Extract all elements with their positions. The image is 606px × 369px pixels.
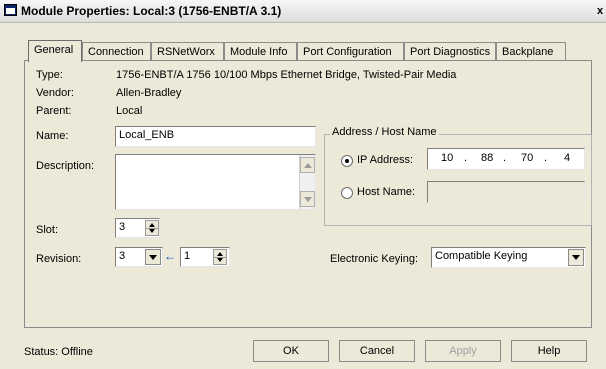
tab-general[interactable]: General — [28, 40, 82, 62]
electronic-keying-value: Compatible Keying — [435, 250, 528, 262]
ip-octet: 70 — [521, 152, 534, 164]
host-name-input[interactable] — [427, 181, 585, 203]
tab-label: Connection — [88, 46, 144, 58]
electronic-keying-label: Electronic Keying: — [330, 253, 419, 265]
tab-port-configuration[interactable]: Port Configuration — [297, 42, 404, 61]
tab-label: Backplane — [502, 46, 554, 58]
description-scrollbar[interactable] — [299, 155, 315, 209]
ip-address-label: IP Address: — [357, 154, 414, 166]
vendor-value: Allen-Bradley — [116, 87, 182, 99]
ip-dot: . — [503, 152, 507, 164]
window-icon — [4, 4, 17, 16]
spin-down-icon[interactable] — [217, 258, 223, 262]
status-text: Status: Offline — [24, 346, 93, 358]
arrow-left-icon: ← — [164, 249, 176, 263]
slot-spinner[interactable] — [145, 220, 159, 236]
spin-up-icon[interactable] — [149, 223, 155, 227]
tab-label: Port Diagnostics — [410, 46, 491, 58]
scroll-up-icon[interactable] — [300, 157, 315, 173]
name-label: Name: — [36, 130, 69, 142]
scroll-down-icon[interactable] — [300, 191, 315, 207]
vendor-label: Vendor: — [36, 87, 74, 99]
window-title: Module Properties: Local:3 (1756-ENBT/A … — [21, 4, 282, 18]
spin-up-icon[interactable] — [217, 252, 223, 256]
tab-connection[interactable]: Connection — [82, 42, 151, 61]
tab-label: RSNetWorx — [157, 46, 215, 58]
ip-dot: . — [544, 152, 548, 164]
revision-minor-value: 1 — [184, 250, 191, 262]
apply-button[interactable]: Apply — [425, 340, 501, 362]
tab-label: General — [34, 44, 74, 56]
tab-label: Module Info — [230, 46, 288, 58]
revision-label: Revision: — [36, 253, 82, 265]
type-label: Type: — [36, 69, 63, 81]
tab-rsnetworx[interactable]: RSNetWorx — [151, 42, 224, 61]
ip-dot: . — [464, 152, 468, 164]
ip-address-input[interactable]: 10 . 88 . 70 . 4 — [427, 148, 585, 170]
name-input[interactable]: Local_ENB — [115, 126, 316, 147]
ip-octet: 88 — [481, 152, 494, 164]
slot-label: Slot: — [36, 224, 59, 236]
close-icon[interactable]: x — [597, 5, 603, 17]
revision-minor-spinner[interactable] — [213, 249, 227, 265]
module-properties-window: Module Properties: Local:3 (1756-ENBT/A … — [0, 0, 606, 369]
parent-label: Parent: — [36, 105, 72, 117]
description-textarea[interactable] — [115, 154, 316, 210]
cancel-button[interactable]: Cancel — [339, 340, 415, 362]
type-value: 1756-ENBT/A 1756 10/100 Mbps Ethernet Br… — [116, 69, 457, 81]
host-name-radio[interactable] — [341, 187, 353, 199]
host-name-label: Host Name: — [357, 186, 416, 198]
tab-label: Port Configuration — [303, 46, 392, 58]
ip-address-radio[interactable] — [341, 155, 353, 167]
revision-major-value: 3 — [119, 250, 126, 262]
electronic-keying-select[interactable]: Compatible Keying — [431, 247, 586, 268]
chevron-down-icon[interactable] — [568, 249, 584, 266]
ip-octet: 4 — [564, 152, 571, 164]
chevron-down-icon[interactable] — [145, 249, 161, 265]
address-group-title: Address / Host Name — [330, 126, 439, 138]
ok-button[interactable]: OK — [253, 340, 329, 362]
ip-octet: 10 — [441, 152, 454, 164]
help-button[interactable]: Help — [511, 340, 587, 362]
title-bar: Module Properties: Local:3 (1756-ENBT/A … — [0, 0, 606, 23]
tab-module-info[interactable]: Module Info — [224, 42, 297, 61]
description-label: Description: — [36, 160, 95, 172]
parent-value: Local — [116, 105, 143, 117]
tab-backplane[interactable]: Backplane — [496, 42, 566, 61]
slot-value: 3 — [119, 221, 126, 233]
spin-down-icon[interactable] — [149, 229, 155, 233]
name-input-value: Local_ENB — [119, 129, 175, 141]
tab-port-diagnostics[interactable]: Port Diagnostics — [404, 42, 496, 61]
